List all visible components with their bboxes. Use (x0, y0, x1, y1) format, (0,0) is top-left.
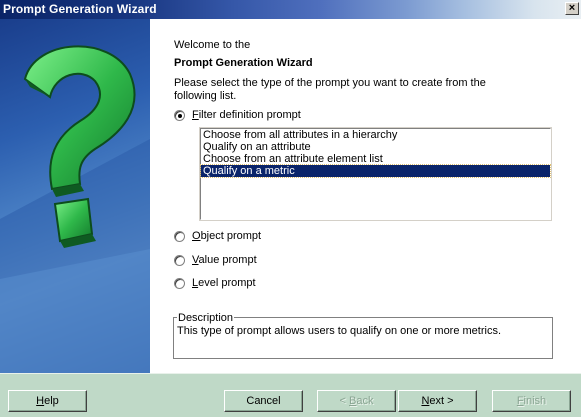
radio-button[interactable] (174, 230, 185, 242)
instructions-text: Please select the type of the prompt you… (174, 77, 486, 102)
close-icon: × (568, 2, 576, 14)
radio-label: Value prompt (192, 254, 257, 266)
list-item[interactable]: Qualify on an attribute (201, 141, 550, 153)
radio-button[interactable] (174, 277, 185, 289)
radio-button[interactable] (174, 109, 185, 121)
wizard-art-panel (0, 19, 150, 373)
radio-filter-definition-prompt[interactable]: Filter definition prompt (174, 109, 301, 121)
radio-label: Filter definition prompt (192, 109, 301, 121)
radio-level-prompt[interactable]: Level prompt (174, 277, 256, 289)
help-button[interactable]: Help (8, 390, 87, 412)
description-label: Description (177, 312, 235, 324)
title-bar[interactable]: Prompt Generation Wizard × (0, 0, 581, 19)
filter-type-listbox[interactable]: Choose from all attributes in a hierarch… (199, 127, 552, 221)
radio-label: Object prompt (192, 230, 262, 242)
list-item[interactable]: Choose from all attributes in a hierarch… (201, 129, 550, 141)
next-button[interactable]: Next > (398, 390, 477, 412)
page-heading: Prompt Generation Wizard (174, 57, 313, 69)
description-text: This type of prompt allows users to qual… (177, 325, 502, 337)
button-bar: Help Cancel < Back Next > Finish (0, 373, 581, 417)
list-item-selected[interactable]: Qualify on a metric (200, 164, 551, 178)
cancel-button[interactable]: Cancel (224, 390, 303, 412)
radio-value-prompt[interactable]: Value prompt (174, 254, 257, 266)
welcome-text: Welcome to the (174, 39, 251, 51)
radio-object-prompt[interactable]: Object prompt (174, 230, 261, 242)
close-button[interactable]: × (565, 2, 579, 15)
prompt-generation-wizard-window: Prompt Generation Wizard × Welcome to th… (0, 0, 581, 417)
radio-label: Level prompt (192, 277, 256, 289)
finish-button[interactable]: Finish (492, 390, 571, 412)
wizard-content: Welcome to the Prompt Generation Wizard … (150, 19, 581, 373)
question-mark-icon (0, 45, 150, 373)
radio-button[interactable] (174, 254, 185, 266)
list-item[interactable]: Choose from an attribute element list (201, 153, 550, 165)
back-button[interactable]: < Back (317, 390, 396, 412)
window-title: Prompt Generation Wizard (3, 2, 157, 16)
